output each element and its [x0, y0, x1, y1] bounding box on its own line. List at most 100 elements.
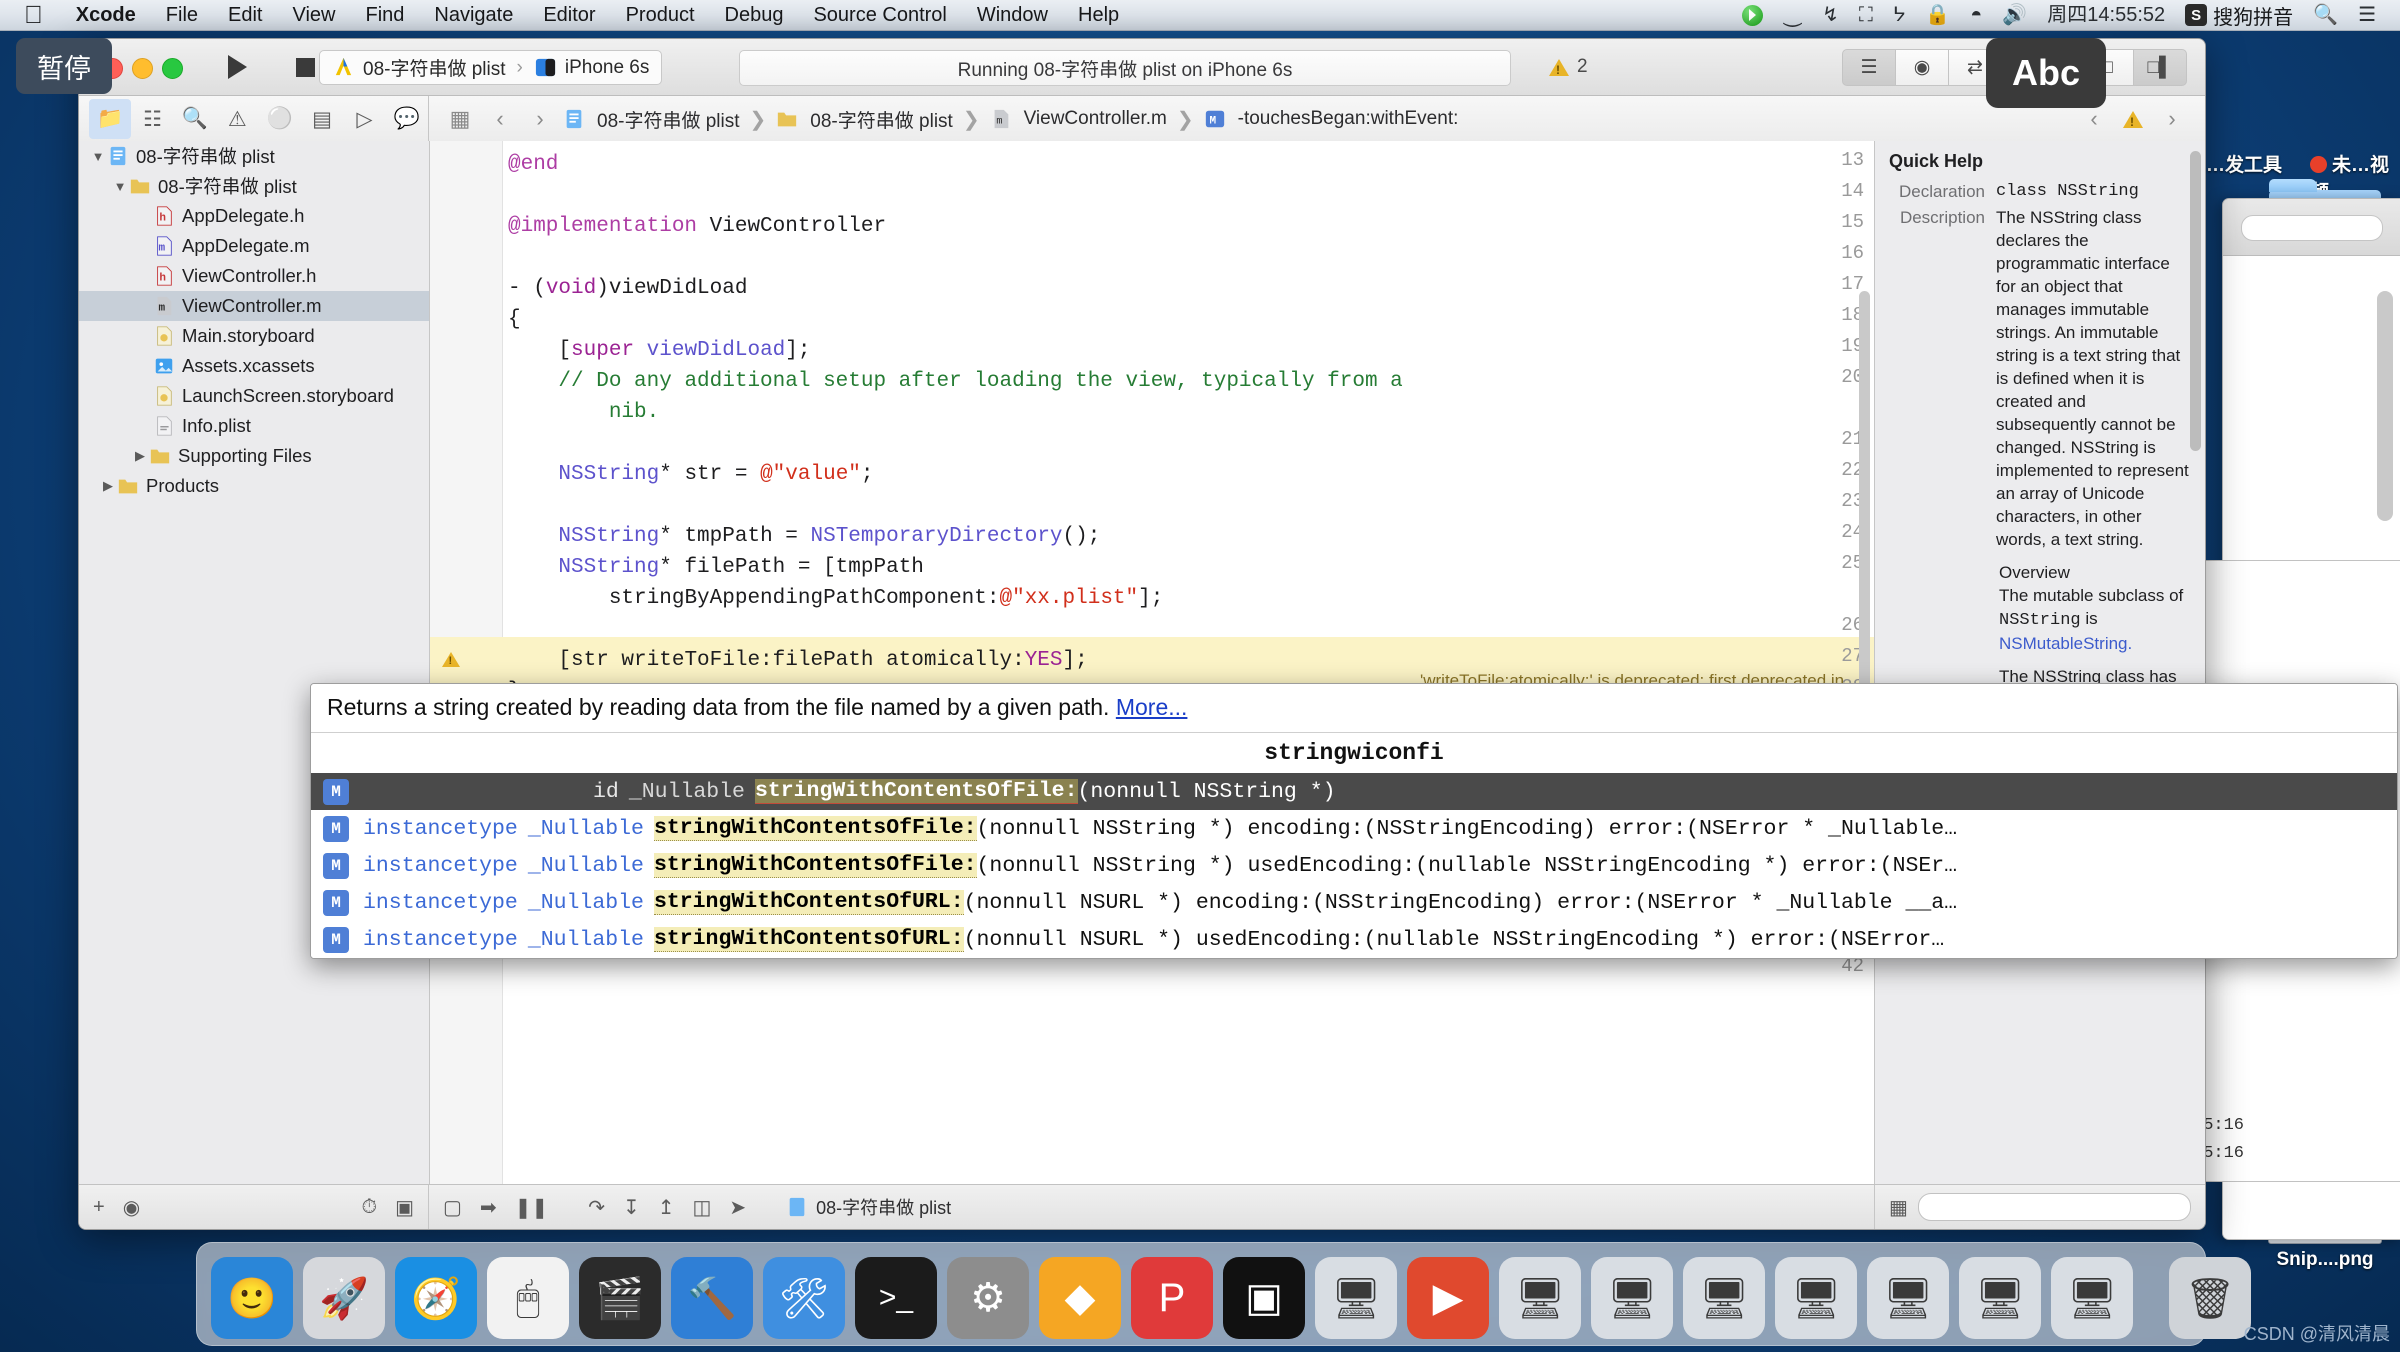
menu-view[interactable]: View	[277, 4, 350, 27]
autocomplete-popup[interactable]: Returns a string created by reading data…	[310, 683, 2398, 959]
input-method-indicator[interactable]: S 搜狗拼音	[2185, 1, 2293, 30]
window-minimize-button[interactable]	[132, 58, 153, 79]
project-navigator-tab[interactable]: 📁	[89, 99, 132, 139]
dock-item-paw[interactable]: P	[1131, 1257, 1213, 1339]
menu-product[interactable]: Product	[611, 4, 710, 27]
source-control-status-button[interactable]: ▣	[395, 1195, 414, 1220]
autocomplete-row[interactable]: Minstancetype _Nullable stringWithContents…	[311, 810, 2397, 847]
grid-view-icon[interactable]: ▦	[1889, 1195, 1908, 1220]
dock-item-quicktime[interactable]: 🎬	[579, 1257, 661, 1339]
finder-search-field[interactable]	[2241, 215, 2383, 241]
disclosure-open-icon[interactable]: ▼	[111, 179, 129, 194]
breakpoint-navigator-tab[interactable]: ▷	[343, 99, 385, 139]
dock-item-trash[interactable]: 🗑	[2169, 1257, 2251, 1339]
prev-issue-button[interactable]: ‹	[2077, 106, 2111, 132]
autocomplete-row[interactable]: Minstancetype _Nullable stringWithContents…	[311, 921, 2397, 958]
apple-menu-icon[interactable]: 	[24, 2, 43, 28]
disclosure-closed-icon[interactable]: ▶	[99, 478, 117, 494]
toggle-utilities-button[interactable]: □▌	[2134, 49, 2187, 86]
menu-window[interactable]: Window	[962, 4, 1063, 27]
nav-row-10[interactable]: ▶ Supporting Files	[79, 441, 429, 471]
menu-debug[interactable]: Debug	[710, 4, 799, 27]
disclosure-open-icon[interactable]: ▼	[89, 149, 107, 164]
power-icon[interactable]: ⏝	[1783, 5, 1802, 25]
nav-row-7[interactable]: Assets.xcassets	[79, 351, 429, 381]
step-into-icon[interactable]: ↷	[588, 1195, 605, 1220]
nav-row-2[interactable]: h AppDelegate.h	[79, 201, 429, 231]
dock-item-mouse-app[interactable]: 🖱	[487, 1257, 569, 1339]
nav-row-8[interactable]: LaunchScreen.storyboard	[79, 381, 429, 411]
step-out-icon[interactable]: ↧	[623, 1195, 640, 1220]
nav-row-5-selected[interactable]: m ViewController.m	[79, 291, 429, 321]
xcode-window[interactable]: 08-字符串做 plist › iPhone 6s Running 08-字符串…	[78, 38, 2206, 1230]
nav-row-0[interactable]: ▼ 08-字符串做 plist	[79, 141, 429, 171]
find-navigator-tab[interactable]: 🔍	[174, 99, 216, 139]
report-navigator-tab[interactable]: 💬	[386, 99, 428, 139]
jump-bar-grid-icon[interactable]: ▦	[443, 106, 477, 132]
macos-dock[interactable]: 🙂 🚀 🧭 🖱 🎬 🔨 🛠 >_ ⚙ ◆ P ▣ 🖥 ▶ 🖥 🖥 🖥 🖥 🖥 🖥 🖥 🗑	[196, 1242, 2251, 1346]
menu-source-control[interactable]: Source Control	[798, 4, 961, 27]
dock-item-xcode-beta[interactable]: 🛠	[763, 1257, 845, 1339]
menu-help[interactable]: Help	[1063, 4, 1134, 27]
menu-xcode[interactable]: Xcode	[61, 4, 151, 27]
dock-item-simulator-1[interactable]: 🖥	[1315, 1257, 1397, 1339]
location-icon[interactable]: ➤	[729, 1195, 746, 1220]
menu-find[interactable]: Find	[350, 4, 419, 27]
next-issue-button[interactable]: ›	[2155, 106, 2189, 132]
dock-item-simulator-3[interactable]: 🖥	[1591, 1257, 1673, 1339]
continue-icon[interactable]: ➡	[480, 1195, 497, 1220]
dock-item-sketch[interactable]: ◆	[1039, 1257, 1121, 1339]
menu-navigate[interactable]: Navigate	[419, 4, 528, 27]
forward-button[interactable]: ›	[523, 106, 557, 132]
dock-item-exec[interactable]: ▣	[1223, 1257, 1305, 1339]
volume-icon[interactable]: 🔊	[2002, 5, 2027, 25]
source-control-navigator-tab[interactable]: ☷	[131, 99, 173, 139]
dock-item-safari[interactable]: 🧭	[395, 1257, 477, 1339]
dock-item-simulator-5[interactable]: 🖥	[1775, 1257, 1857, 1339]
video-icon[interactable]: ⛶	[1859, 5, 1873, 25]
assistant-editor-button[interactable]: ◉	[1896, 49, 1949, 86]
recent-files-button[interactable]: ⏱	[361, 1196, 377, 1219]
code-text[interactable]: @end @implementation ViewController - (voi…	[508, 141, 1874, 1185]
spotlight-icon[interactable]: 🔍	[2313, 5, 2338, 25]
notification-center-icon[interactable]: ☰	[2358, 5, 2376, 25]
dock-item-finder[interactable]: 🙂	[211, 1257, 293, 1339]
nav-row-3[interactable]: m AppDelegate.m	[79, 231, 429, 261]
back-button[interactable]: ‹	[483, 106, 517, 132]
run-button[interactable]	[207, 49, 267, 85]
nav-row-4[interactable]: h ViewController.h	[79, 261, 429, 291]
wifi-icon[interactable]: ◓	[1970, 5, 1982, 25]
autocomplete-row[interactable]: Mid _Nullable stringWithContentsOfFile: (no…	[311, 773, 2397, 810]
standard-editor-button[interactable]: ☰	[1842, 49, 1896, 86]
dock-item-media-player[interactable]: ▶	[1407, 1257, 1489, 1339]
bluetooth-icon[interactable]: ᔭ	[1893, 5, 1906, 25]
disclosure-closed-icon[interactable]: ▶	[131, 448, 149, 464]
dock-item-launchpad[interactable]: 🚀	[303, 1257, 385, 1339]
lock-icon[interactable]: 🔒	[1925, 5, 1950, 25]
view-hierarchy-icon[interactable]: ◫	[692, 1195, 711, 1220]
add-file-button[interactable]: +	[93, 1196, 105, 1219]
breadcrumb-item-3[interactable]: -touchesBegan:withEvent:	[1238, 108, 1459, 130]
finder-scrollbar[interactable]	[2377, 291, 2393, 521]
autocomplete-list[interactable]: Mid _Nullable stringWithContentsOfFile: (no…	[311, 773, 2397, 958]
source-editor[interactable]: @end @implementation ViewController - (voi…	[430, 141, 1874, 1185]
project-navigator[interactable]: ▼ 08-字符串做 plist ▼ 08-字符串做 plist h AppDel…	[79, 141, 430, 1185]
menu-file[interactable]: File	[151, 4, 213, 27]
dock-item-simulator-6[interactable]: 🖥	[1867, 1257, 1949, 1339]
debug-navigator-tab[interactable]: ▤	[301, 99, 343, 139]
menu-editor[interactable]: Editor	[528, 4, 610, 27]
issue-navigator-tab[interactable]: ⚠	[216, 99, 258, 139]
dock-item-simulator-7[interactable]: 🖥	[1959, 1257, 2041, 1339]
inline-warning-icon[interactable]	[2123, 110, 2143, 129]
autocomplete-row[interactable]: Minstancetype _Nullable stringWithContents…	[311, 847, 2397, 884]
dock-item-simulator-8[interactable]: 🖥	[2051, 1257, 2133, 1339]
step-up-icon[interactable]: ↥	[658, 1195, 675, 1220]
autocomplete-more-link[interactable]: More...	[1116, 694, 1188, 720]
line-warning-icon[interactable]	[442, 652, 460, 667]
dock-item-system-preferences[interactable]: ⚙	[947, 1257, 1029, 1339]
quick-help-inspector[interactable]: Quick Help Declaration class NSString De…	[1874, 141, 2205, 1185]
airdrop-icon[interactable]: ↯	[1822, 5, 1839, 25]
autocomplete-row[interactable]: Minstancetype _Nullable stringWithContents…	[311, 884, 2397, 921]
nav-row-6[interactable]: Main.storyboard	[79, 321, 429, 351]
dock-item-terminal[interactable]: >_	[855, 1257, 937, 1339]
